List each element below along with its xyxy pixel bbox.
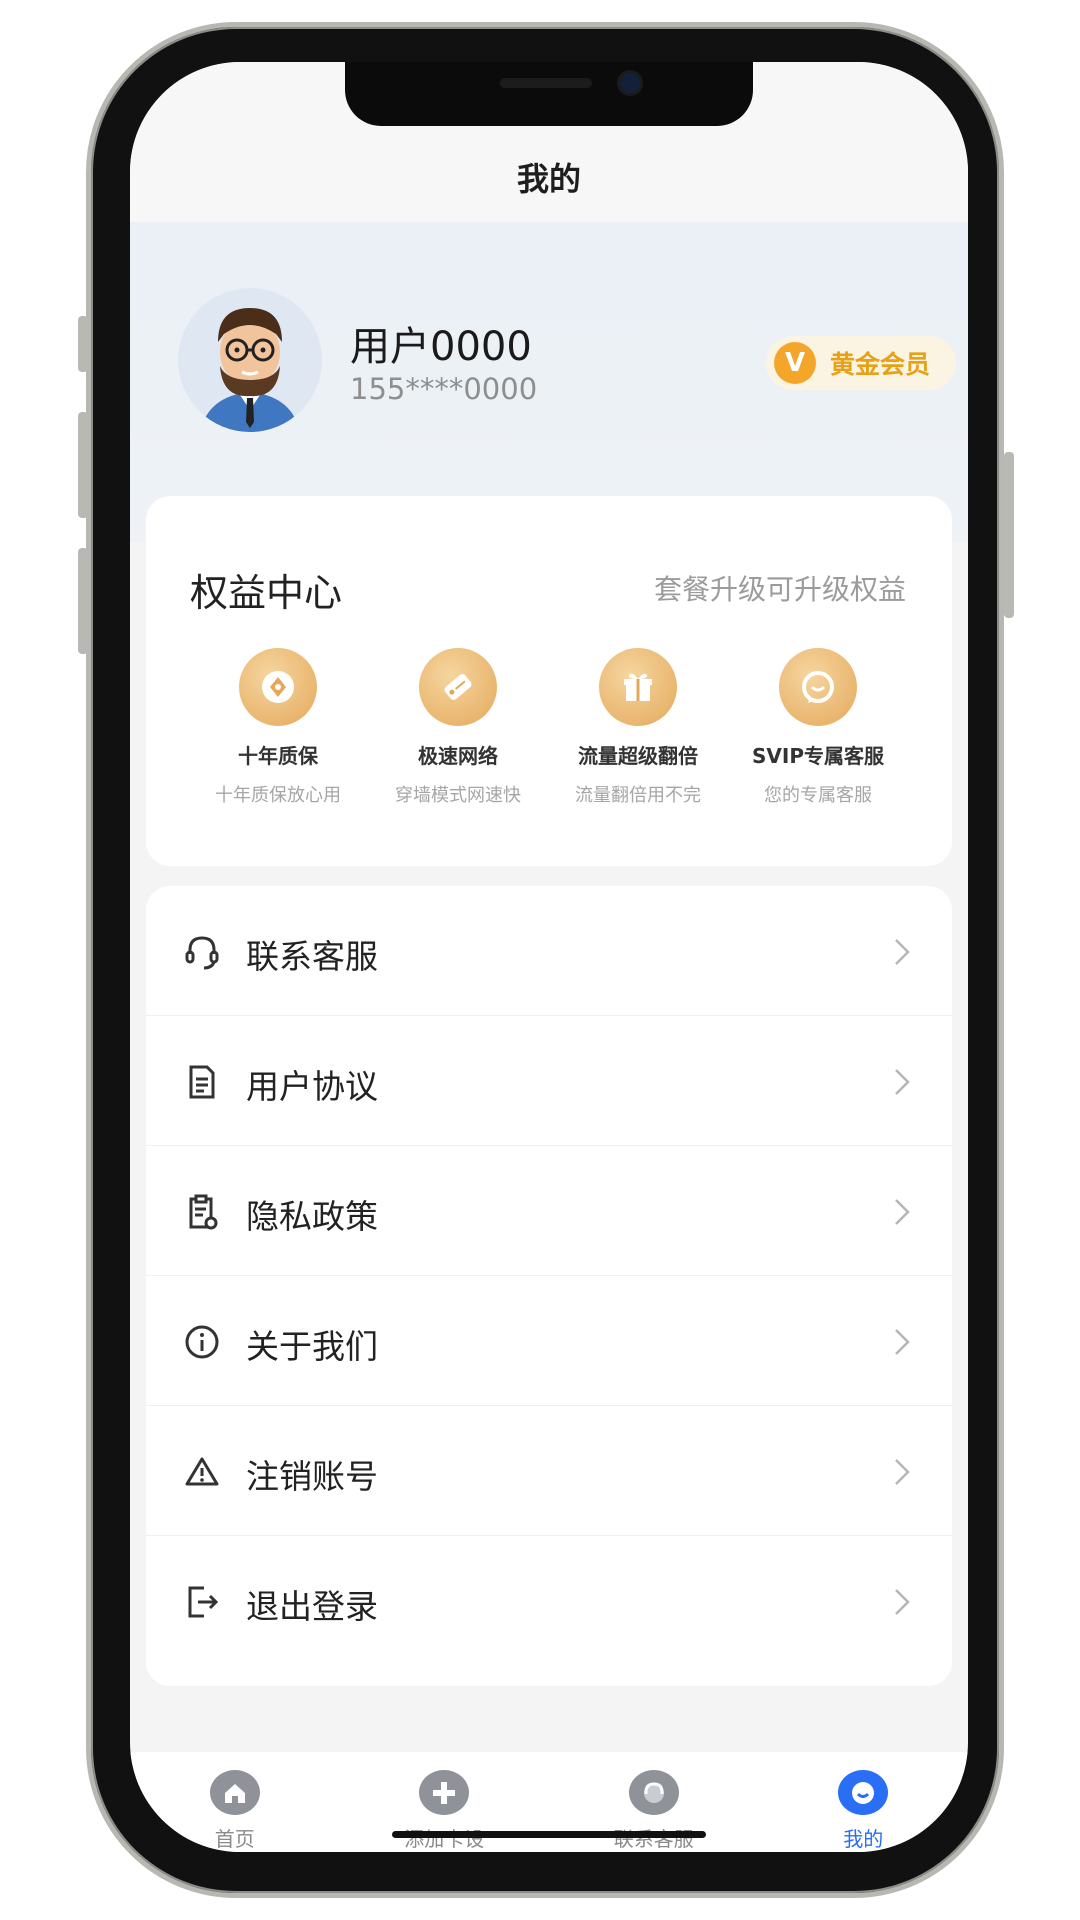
privacy-doc-icon [189,1194,218,1230]
tab-home[interactable]: 首页 [130,1752,340,1852]
home-icon [209,1770,260,1815]
headset-icon [628,1770,679,1815]
menu-item-logout[interactable]: 退出登录 [146,1536,952,1666]
vip-badge[interactable]: V 黄金会员 [766,336,956,390]
info-icon [185,1325,219,1359]
rights-item-label: SVIP专属客服 [752,744,884,768]
menu-item-delete-account[interactable]: 注销账号 [146,1406,952,1536]
avatar[interactable] [178,288,322,432]
settings-menu: 联系客服 用户协议 隐私政策 关于我们 注销账号 退出登录 [146,886,952,1686]
rights-title: 权益中心 [190,571,343,615]
chevron-right-icon [895,1199,910,1225]
warning-icon [185,1457,219,1486]
add-icon [419,1770,470,1815]
logout-icon [188,1586,219,1618]
headset-icon [185,936,219,970]
vip-label: 黄金会员 [830,350,931,379]
rights-item-label: 十年质保 [238,744,318,768]
rights-item-desc: 十年质保放心用 [215,785,341,806]
front-camera [620,73,640,93]
screen: 我的 用户0000 155****0000 V 黄金会员 权益中心 套餐升级可升… [130,62,968,1852]
user-phone: 155****0000 [350,372,538,406]
chevron-right-icon [895,939,910,965]
menu-item-privacy-policy[interactable]: 隐私政策 [146,1146,952,1276]
rights-item-speed[interactable]: 极速网络 穿墙模式网速快 [368,648,548,807]
notch [345,62,753,126]
menu-item-user-agreement[interactable]: 用户协议 [146,1016,952,1146]
avatar-illustration [178,288,322,432]
tag-icon [419,648,497,726]
mute-switch [78,316,88,372]
menu-item-contact-service[interactable]: 联系客服 [146,886,952,1016]
service-icon [779,648,857,726]
chevron-right-icon [895,1069,910,1095]
document-icon [189,1065,215,1099]
chevron-right-icon [895,1459,910,1485]
menu-item-label: 退出登录 [246,1587,378,1626]
rights-item-warranty[interactable]: 十年质保 十年质保放心用 [188,648,368,807]
menu-item-label: 注销账号 [246,1457,378,1496]
chevron-right-icon [895,1329,910,1355]
rights-item-desc: 穿墙模式网速快 [395,785,521,806]
volume-down-button [78,548,88,654]
tab-label: 我的 [843,1827,884,1851]
menu-item-about-us[interactable]: 关于我们 [146,1276,952,1406]
menu-item-label: 联系客服 [246,937,378,976]
user-name: 用户0000 [350,324,532,370]
profile-icon [838,1770,889,1815]
rights-item-svip-service[interactable]: SVIP专属客服 您的专属客服 [728,648,908,807]
chevron-right-icon [895,1589,910,1615]
menu-item-label: 关于我们 [246,1327,378,1366]
rights-item-desc: 流量翻倍用不完 [575,785,701,806]
profile-section: 用户0000 155****0000 V 黄金会员 [130,222,968,542]
rights-item-label: 流量超级翻倍 [578,744,698,768]
menu-item-label: 隐私政策 [246,1197,378,1236]
rights-items: 十年质保 十年质保放心用 极速网络 穿墙模式网速快 流量超级翻倍 流量翻倍用不完 [146,648,952,807]
speaker [500,78,592,88]
power-button [1004,452,1014,618]
coin-icon [239,648,317,726]
rights-item-label: 极速网络 [418,744,498,768]
rights-item-desc: 您的专属客服 [764,785,872,806]
gift-icon [599,648,677,726]
rights-item-double-data[interactable]: 流量超级翻倍 流量翻倍用不完 [548,648,728,807]
rights-center-card: 权益中心 套餐升级可升级权益 十年质保 十年质保放心用 极速网络 穿墙模式网速快 [146,496,952,866]
volume-up-button [78,412,88,518]
tab-label: 首页 [214,1827,255,1851]
tab-mine[interactable]: 我的 [759,1752,969,1852]
home-indicator[interactable] [392,1831,706,1838]
page-title: 我的 [516,160,581,198]
rights-subtitle[interactable]: 套餐升级可升级权益 [654,568,906,608]
menu-item-label: 用户协议 [246,1067,378,1106]
vip-icon: V [774,342,816,384]
